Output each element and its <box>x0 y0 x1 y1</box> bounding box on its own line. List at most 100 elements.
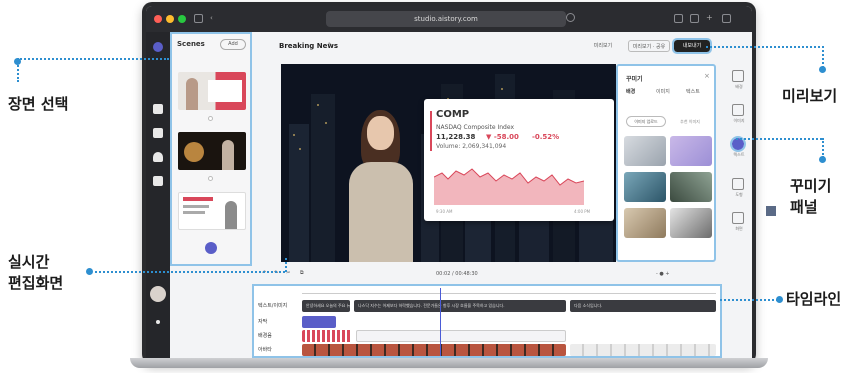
shape-tool-icon[interactable] <box>732 178 744 190</box>
back-arrow-icon[interactable]: ‹ <box>210 14 213 22</box>
image-tile[interactable] <box>670 208 712 238</box>
image-tile[interactable] <box>624 172 666 202</box>
new-tab-icon[interactable]: + <box>706 14 715 23</box>
realtime-edit-canvas[interactable]: COMP NASDAQ Composite Index 11,228.38 ▼ … <box>281 64 616 262</box>
scene-divider-dot <box>208 176 213 181</box>
tab-image[interactable]: 이미지 <box>656 88 670 95</box>
add-scene-pill[interactable]: Add <box>220 39 246 50</box>
scene-divider-dot <box>208 116 213 121</box>
scene-thumbnail-1[interactable] <box>178 72 246 110</box>
tab-text[interactable]: 텍스트 <box>686 88 700 95</box>
callout-scene-select: 장면 선택 <box>8 95 69 113</box>
export-button[interactable]: 내보내기 <box>672 38 712 54</box>
browser-toolbar: ‹ studio.aistory.com + <box>146 6 752 32</box>
audio-clip[interactable] <box>302 330 352 342</box>
image-tile[interactable] <box>624 136 666 166</box>
time-ruler[interactable] <box>302 288 716 294</box>
caption-clip[interactable] <box>302 316 336 328</box>
scene-3-text <box>183 211 205 214</box>
audio-clip[interactable] <box>356 330 566 342</box>
maximize-window-button[interactable] <box>178 15 186 23</box>
logo-icon <box>153 42 163 52</box>
zoom-slider[interactable]: - ● + <box>656 271 670 277</box>
callout-connector <box>822 46 824 68</box>
scene-3-text <box>183 205 209 208</box>
callout-connector <box>822 138 824 158</box>
timeline-controls: ↶ ↷ ✂ ⧉ 00:02 / 00:48:30 - ● + <box>256 268 716 280</box>
callout-connector <box>706 46 824 48</box>
url-text: studio.aistory.com <box>414 15 478 23</box>
track-label: 자막 <box>258 319 268 325</box>
avatar-clip[interactable] <box>570 344 716 356</box>
news-anchor-avatar[interactable] <box>349 162 413 262</box>
folder-icon[interactable] <box>153 176 163 186</box>
decorate-panel-title: 꾸미기 <box>626 76 643 83</box>
chart-x-start: 9:30 AM <box>436 209 453 214</box>
background-tool-icon[interactable] <box>732 70 744 82</box>
scenes-title: Scenes <box>177 40 205 48</box>
tool-label: 도형 <box>735 192 743 197</box>
upload-image-button[interactable]: 이미지 업로드 <box>626 116 666 127</box>
square-marker <box>766 206 776 216</box>
image-tile[interactable] <box>670 172 712 202</box>
callout-connector <box>736 138 822 140</box>
avatar-clip[interactable] <box>302 344 566 356</box>
timeline-panel: 텍스트/이미지 자막 배경음 아바타 안녕하세요 오늘의 주요 뉴스입니다. 나… <box>252 284 722 358</box>
callout-timeline: 타임라인 <box>786 290 842 308</box>
preview-button-label[interactable]: 미리보기 <box>586 40 620 52</box>
decorate-panel: 꾸미기 × 배경 이미지 텍스트 이미지 업로드 추천 이미지 <box>616 64 716 262</box>
timecode: 00:02 / 00:48:30 <box>436 271 478 277</box>
callout-decorate-1: 꾸미기 <box>790 177 832 195</box>
stock-change-percent: -0.52% <box>532 133 560 141</box>
image-tile[interactable] <box>624 208 666 238</box>
scene-3-headline <box>183 197 213 201</box>
subtitle-clip[interactable]: 다음 소식입니다. <box>570 300 716 312</box>
share-button[interactable]: 미리보기 · 공유 <box>628 40 670 52</box>
image-tile[interactable] <box>670 136 712 166</box>
close-icon[interactable]: × <box>704 72 710 80</box>
scenes-panel: Scenes Add <box>170 32 252 266</box>
document-icon[interactable] <box>153 128 163 138</box>
sidebar-toggle-icon[interactable] <box>194 14 203 23</box>
scene-thumbnail-2[interactable] <box>178 132 246 170</box>
subtitle-clip[interactable]: 안녕하세요 오늘의 주요 뉴스입니다. <box>302 300 350 312</box>
image-tool-icon[interactable] <box>732 104 744 116</box>
card-accent-bar <box>430 111 432 151</box>
chart-x-end: 4:00 PM <box>574 209 591 214</box>
callout-preview: 미리보기 <box>782 87 838 105</box>
right-tool-rail: 배경 이미지 텍스트 도형 화면 <box>726 66 752 246</box>
stock-area-chart <box>434 168 584 205</box>
close-window-button[interactable] <box>154 15 162 23</box>
news-anchor-face <box>367 116 394 150</box>
home-icon[interactable] <box>153 104 163 114</box>
callout-connector <box>720 299 778 301</box>
copy-icon[interactable]: ⧉ <box>300 270 304 276</box>
tool-label: 이미지 <box>733 118 745 123</box>
address-bar[interactable]: studio.aistory.com <box>326 11 566 27</box>
download-icon[interactable] <box>674 14 683 23</box>
subtitle-track: 안녕하세요 오늘의 주요 뉴스입니다. 나스닥 지수는 어제보다 하락했습니다.… <box>302 300 716 312</box>
recommended-images-tab[interactable]: 추천 이미지 <box>672 116 708 127</box>
stock-name: NASDAQ Composite Index <box>436 124 514 131</box>
shield-icon[interactable] <box>566 13 575 22</box>
user-icon[interactable] <box>153 152 163 162</box>
scene-3-avatar <box>225 201 237 229</box>
playhead[interactable] <box>440 288 441 356</box>
callout-dot <box>819 156 826 163</box>
tabs-overview-icon[interactable] <box>722 14 731 23</box>
screen-tool-icon[interactable] <box>732 212 744 224</box>
tab-background[interactable]: 배경 <box>626 88 635 95</box>
avatar[interactable] <box>150 286 166 302</box>
track-label: 아바타 <box>258 347 272 353</box>
share-icon[interactable] <box>690 14 699 23</box>
more-icon[interactable] <box>156 320 160 324</box>
add-scene-button[interactable] <box>205 242 217 254</box>
track-label: 배경음 <box>258 333 272 339</box>
minimize-window-button[interactable] <box>166 15 174 23</box>
scene-2-avatar <box>222 140 234 170</box>
scene-thumbnail-3[interactable] <box>178 192 246 230</box>
stock-info-card[interactable]: COMP NASDAQ Composite Index 11,228.38 ▼ … <box>424 99 614 221</box>
edit-title-icon[interactable]: ✎ <box>328 42 332 48</box>
callout-connector <box>285 258 287 272</box>
subtitle-clip[interactable]: 나스닥 지수는 어제보다 하락했습니다. 전문가들은 향후 시장 흐름을 주목하… <box>354 300 566 312</box>
